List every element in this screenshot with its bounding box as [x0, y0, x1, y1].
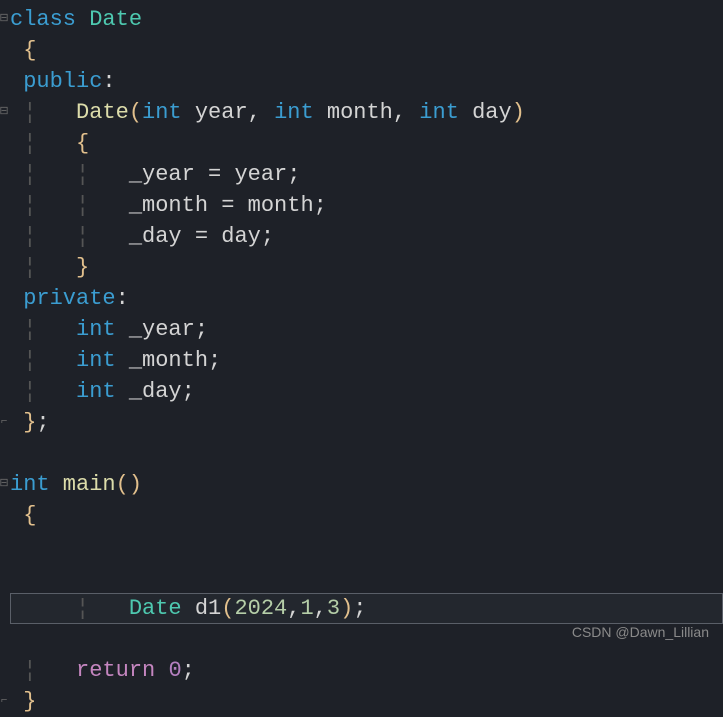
fold-collapse-icon[interactable]: ⊟: [0, 4, 8, 35]
param: day: [459, 100, 512, 125]
number-literal: 0: [168, 658, 181, 683]
keyword-return: return: [76, 658, 155, 683]
code-editor[interactable]: ⊟class Date { public: ⊟ ¦ Date(int year,…: [0, 0, 723, 717]
member-var: _day: [129, 224, 182, 249]
code-line: ¦ ¦ _day = day;: [0, 221, 723, 252]
variable: d1: [182, 596, 222, 621]
code-line: ⊟int main(): [0, 469, 723, 500]
comma: ,: [314, 596, 327, 621]
code-line: ¦ ¦ _year = year;: [0, 159, 723, 190]
semicolon: ;: [36, 410, 49, 435]
keyword-int: int: [76, 379, 116, 404]
number-literal: 2024: [234, 596, 287, 621]
comma: ,: [248, 100, 274, 125]
semicolon: ;: [182, 658, 195, 683]
code-line-blank: [0, 438, 723, 469]
code-line: private:: [0, 283, 723, 314]
paren-open: (: [221, 596, 234, 621]
identifier: day: [221, 224, 261, 249]
code-line: ¦ }: [0, 252, 723, 283]
member-var: _year: [129, 162, 195, 187]
code-line: ⊟class Date: [0, 4, 723, 35]
identifier: year: [234, 162, 287, 187]
identifier: month: [248, 193, 314, 218]
keyword-int: int: [142, 100, 182, 125]
number-literal: 3: [327, 596, 340, 621]
code-line: ⌐ };: [0, 407, 723, 438]
space: [155, 658, 168, 683]
member-var: _month: [129, 193, 208, 218]
code-line: ⌐ }: [0, 686, 723, 717]
paren-open: (: [129, 100, 142, 125]
brace-open: {: [23, 503, 36, 528]
code-line: public:: [0, 66, 723, 97]
semicolon: ;: [182, 379, 195, 404]
function-main: main: [50, 472, 116, 497]
access-public: public: [23, 69, 102, 94]
access-private: private: [23, 286, 115, 311]
assign-op: =: [182, 224, 222, 249]
brace-open: {: [23, 38, 36, 63]
keyword-int: int: [274, 100, 314, 125]
assign-op: =: [195, 162, 235, 187]
watermark-text: CSDN @Dawn_Lillian: [572, 624, 709, 640]
assign-op: =: [208, 193, 248, 218]
keyword-int: int: [76, 317, 116, 342]
code-line: ¦ ¦ _month = month;: [0, 190, 723, 221]
code-line: ¦ int _year;: [0, 314, 723, 345]
semicolon: ;: [195, 317, 208, 342]
code-line: ¦ return 0;: [0, 655, 723, 686]
parens: (): [116, 472, 142, 497]
comma: ,: [393, 100, 419, 125]
paren-close: ): [340, 596, 353, 621]
semicolon: ;: [353, 596, 366, 621]
param: year: [182, 100, 248, 125]
keyword-int: int: [76, 348, 116, 373]
brace-close: }: [23, 410, 36, 435]
semicolon: ;: [314, 193, 327, 218]
number-literal: 1: [300, 596, 313, 621]
brace-open: {: [76, 131, 89, 156]
member-decl: _month: [116, 348, 208, 373]
fold-end-icon: ⌐: [0, 686, 8, 717]
colon: :: [102, 69, 115, 94]
code-line: {: [0, 500, 723, 531]
code-line: ¦ int _month;: [0, 345, 723, 376]
code-line: ⊟ ¦ Date(int year, int month, int day): [0, 97, 723, 128]
colon: :: [116, 286, 129, 311]
fold-collapse-icon[interactable]: ⊟: [0, 97, 8, 128]
semicolon: ;: [208, 348, 221, 373]
fold-collapse-icon[interactable]: ⊟: [0, 469, 8, 500]
param: month: [314, 100, 393, 125]
code-line: ¦ {: [0, 128, 723, 159]
keyword-int: int: [10, 472, 50, 497]
keyword-class: class: [10, 7, 76, 32]
fold-end-icon: ⌐: [0, 407, 8, 438]
member-decl: _day: [116, 379, 182, 404]
constructor-name: Date: [76, 100, 129, 125]
brace-close: }: [23, 689, 36, 714]
comma: ,: [287, 596, 300, 621]
member-decl: _year: [116, 317, 195, 342]
keyword-int: int: [419, 100, 459, 125]
code-line: {: [0, 35, 723, 66]
brace-close: }: [76, 255, 89, 280]
semicolon: ;: [287, 162, 300, 187]
semicolon: ;: [261, 224, 274, 249]
type-name: Date: [89, 7, 142, 32]
code-line: ¦ int _day;: [0, 376, 723, 407]
paren-close: ): [512, 100, 525, 125]
type-name: Date: [129, 596, 182, 621]
